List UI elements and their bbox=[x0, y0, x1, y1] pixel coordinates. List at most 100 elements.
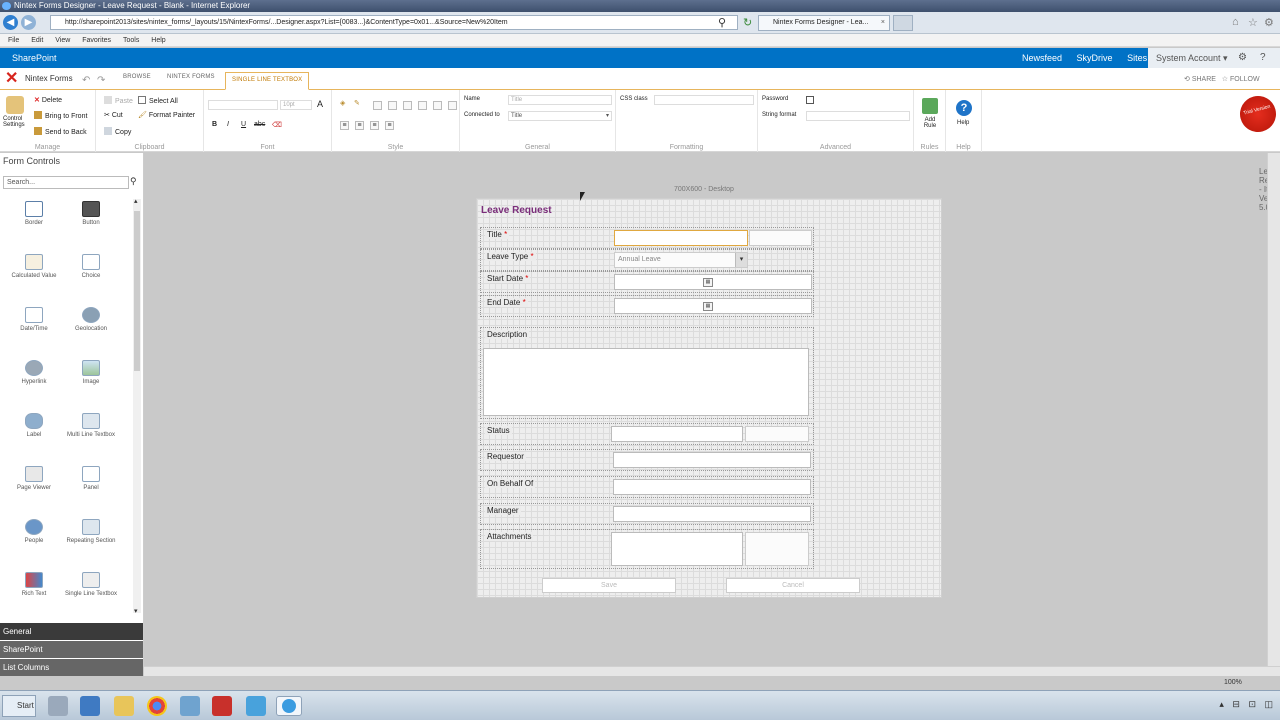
requestor-people-picker[interactable] bbox=[613, 452, 811, 468]
field-label-attachments[interactable]: Attachments bbox=[485, 532, 534, 541]
scroll-up-icon[interactable]: ▴ bbox=[134, 197, 138, 205]
search-icon[interactable]: ⚲ bbox=[130, 176, 137, 187]
category-list-columns[interactable]: List Columns bbox=[0, 659, 143, 676]
menu-view[interactable]: View bbox=[55, 37, 70, 44]
attachments-control[interactable] bbox=[611, 532, 743, 566]
back-icon[interactable]: ◀ bbox=[3, 15, 18, 30]
help-icon[interactable]: ? bbox=[956, 100, 972, 116]
status-textbox[interactable] bbox=[611, 426, 743, 442]
select-all-button[interactable]: Select All bbox=[138, 96, 178, 105]
cancel-button[interactable]: Cancel bbox=[726, 578, 860, 593]
form-title[interactable]: Leave Request bbox=[481, 205, 552, 216]
field-label-start-date[interactable]: Start Date * bbox=[485, 274, 531, 283]
connected-to-select[interactable]: Title ▾ bbox=[508, 111, 612, 121]
control-geolocation[interactable]: Geolocation bbox=[63, 307, 119, 333]
description-textarea[interactable] bbox=[483, 348, 809, 416]
password-checkbox[interactable] bbox=[806, 96, 814, 104]
font-size-select[interactable]: 10pt bbox=[280, 100, 312, 110]
sites-link[interactable]: Sites bbox=[1127, 53, 1147, 63]
border-right-icon[interactable] bbox=[448, 101, 457, 110]
sharepoint-brand[interactable]: SharePoint bbox=[12, 48, 57, 68]
font-family-select[interactable] bbox=[208, 100, 278, 110]
menu-favorites[interactable]: Favorites bbox=[82, 37, 111, 44]
category-sharepoint[interactable]: SharePoint bbox=[0, 641, 143, 658]
css-class-input[interactable] bbox=[654, 95, 754, 105]
form-layout[interactable]: Leave Request Title * Leave Type * Annua… bbox=[476, 198, 942, 598]
menu-edit[interactable]: Edit bbox=[31, 37, 43, 44]
control-hyperlink[interactable]: Hyperlink bbox=[6, 360, 62, 386]
align-right-icon[interactable]: ≡ bbox=[370, 121, 379, 130]
newsfeed-link[interactable]: Newsfeed bbox=[1022, 53, 1062, 63]
add-rule-button[interactable]: Add Rule bbox=[920, 117, 940, 129]
name-input[interactable]: Title bbox=[508, 95, 612, 105]
control-settings-icon[interactable] bbox=[6, 96, 24, 114]
control-label[interactable]: Label bbox=[6, 413, 62, 439]
skydrive-link[interactable]: SkyDrive bbox=[1077, 53, 1113, 63]
align-justify-icon[interactable]: ≡ bbox=[385, 121, 394, 130]
server-manager-icon[interactable] bbox=[48, 696, 68, 716]
share-button[interactable]: ⟲ SHARE ☆ FOLLOW bbox=[1184, 75, 1260, 83]
border-left-icon[interactable] bbox=[433, 101, 442, 110]
internet-explorer-taskbar-button[interactable] bbox=[276, 696, 302, 716]
font-color-icon[interactable]: A bbox=[317, 99, 323, 109]
control-rich-text[interactable]: Rich Text bbox=[6, 572, 62, 598]
control-page-viewer[interactable]: Page Viewer bbox=[6, 466, 62, 492]
chrome-icon[interactable] bbox=[147, 696, 167, 716]
end-date-picker[interactable]: ▦ bbox=[614, 298, 812, 314]
tab-single-line-textbox[interactable]: SINGLE LINE TEXTBOX bbox=[225, 72, 310, 90]
calendar-icon[interactable]: ▦ bbox=[703, 302, 713, 311]
control-people[interactable]: People bbox=[6, 519, 62, 545]
border-outside-icon[interactable] bbox=[388, 101, 397, 110]
italic-icon[interactable]: I bbox=[227, 121, 229, 128]
bring-to-front-button[interactable]: Bring to Front bbox=[34, 111, 87, 120]
help-button[interactable]: Help bbox=[957, 120, 969, 126]
leave-type-dropdown[interactable]: Annual Leave ▾ bbox=[614, 252, 748, 268]
border-color-icon[interactable]: ✎ bbox=[354, 99, 360, 107]
control-single-line-textbox[interactable]: Single Line Textbox bbox=[63, 572, 119, 598]
menu-file[interactable]: File bbox=[8, 37, 19, 44]
sharepoint-designer-icon[interactable] bbox=[180, 696, 200, 716]
fill-color-icon[interactable]: ◈ bbox=[340, 99, 345, 107]
start-date-picker[interactable]: ▦ bbox=[614, 274, 812, 290]
field-label-status[interactable]: Status bbox=[485, 426, 512, 435]
file-explorer-icon[interactable] bbox=[114, 696, 134, 716]
format-painter-button[interactable]: 🖌 Format Painter bbox=[138, 111, 195, 119]
chevron-down-icon[interactable]: ▾ bbox=[735, 253, 747, 267]
control-settings-button[interactable]: Control Settings bbox=[3, 116, 31, 128]
control-repeating-section[interactable]: Repeating Section bbox=[63, 519, 119, 545]
clear-format-icon[interactable]: ⌫ bbox=[272, 121, 282, 129]
calendar-icon[interactable]: ▦ bbox=[703, 278, 713, 287]
help-question-icon[interactable]: ? bbox=[1260, 48, 1266, 68]
save-button[interactable]: Save bbox=[542, 578, 676, 593]
field-label-on-behalf-of[interactable]: On Behalf Of bbox=[485, 479, 536, 488]
tab-browse[interactable]: BROWSE bbox=[123, 74, 151, 80]
tools-gear-icon[interactable]: ⚙ bbox=[1264, 16, 1274, 29]
field-label-description[interactable]: Description bbox=[485, 330, 530, 339]
delete-button[interactable]: ✕ Delete bbox=[34, 96, 62, 104]
border-top-icon[interactable] bbox=[403, 101, 412, 110]
refresh-icon[interactable]: ↻ bbox=[743, 16, 752, 29]
scrollbar-thumb[interactable] bbox=[134, 211, 140, 371]
field-label-title[interactable]: Title * bbox=[485, 230, 510, 239]
url-input[interactable]: http://sharepoint2013/sites/nintex_forms… bbox=[50, 15, 738, 30]
send-to-back-button[interactable]: Send to Back bbox=[34, 127, 87, 136]
category-general[interactable]: General bbox=[0, 623, 143, 640]
field-label-manager[interactable]: Manager bbox=[485, 506, 521, 515]
strikethrough-icon[interactable]: abc bbox=[254, 121, 265, 128]
new-tab-button[interactable] bbox=[893, 15, 913, 31]
paste-button[interactable]: Paste bbox=[104, 96, 133, 105]
bold-icon[interactable]: B bbox=[212, 121, 217, 128]
control-panel[interactable]: Panel bbox=[63, 466, 119, 492]
redo-icon[interactable]: ↷ bbox=[97, 75, 105, 86]
home-icon[interactable]: ⌂ bbox=[1232, 16, 1239, 28]
control-image[interactable]: Image bbox=[63, 360, 119, 386]
on-behalf-of-people-picker[interactable] bbox=[613, 479, 811, 495]
border-all-icon[interactable] bbox=[373, 101, 382, 110]
settings-gear-icon[interactable]: ⚙ bbox=[1238, 48, 1247, 68]
zoom-level[interactable]: 100% bbox=[1224, 679, 1242, 686]
control-calculated-value[interactable]: Calculated Value bbox=[6, 254, 62, 280]
browser-tab-active[interactable]: Nintex Forms Designer - Lea... × bbox=[758, 15, 890, 31]
cut-button[interactable]: ✂ Cut bbox=[104, 111, 123, 119]
adobe-icon[interactable] bbox=[212, 696, 232, 716]
scroll-down-icon[interactable]: ▾ bbox=[134, 607, 138, 615]
